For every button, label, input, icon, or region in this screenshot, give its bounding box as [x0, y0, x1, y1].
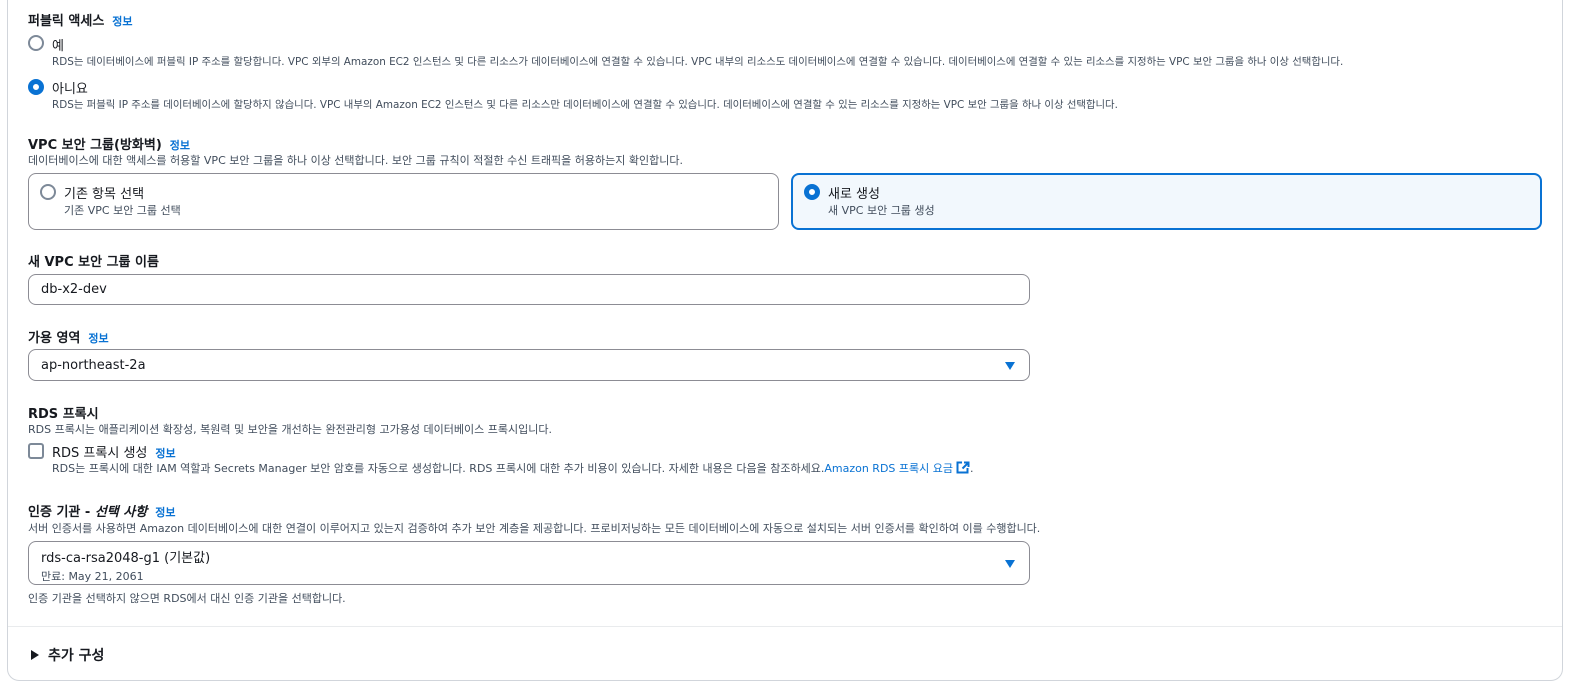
caret-right-icon — [31, 650, 39, 660]
ca-info-link[interactable]: 정보 — [155, 506, 175, 519]
public-access-title: 퍼블릭 액세스 정보 — [28, 10, 133, 29]
chevron-down-icon — [1005, 560, 1015, 568]
ca-title-prefix: 인증 기관 - — [28, 505, 95, 520]
az-title-text: 가용 영역 — [28, 331, 81, 346]
vpc-sg-existing-radio[interactable] — [40, 184, 56, 200]
public-access-no-radio[interactable] — [28, 79, 44, 95]
rds-proxy-checkbox-desc: RDS는 프록시에 대한 IAM 역할과 Secrets Manager 보안 … — [52, 462, 825, 475]
rds-proxy-info-link[interactable]: 정보 — [155, 447, 175, 460]
external-link-icon[interactable] — [956, 461, 970, 474]
vpc-sg-title-text: VPC 보안 그룹(방화벽) — [28, 138, 162, 153]
public-access-info-link[interactable]: 정보 — [112, 15, 132, 28]
vpc-sg-existing-tile[interactable]: 기존 항목 선택 기존 VPC 보안 그룹 선택 — [28, 173, 779, 230]
ca-hint: 인증 기관을 선택하지 않으면 RDS에서 대신 인증 기관을 선택합니다. — [28, 592, 346, 605]
section-divider — [8, 626, 1562, 627]
vpc-sg-existing-label: 기존 항목 선택 — [64, 187, 145, 202]
rds-proxy-checkbox[interactable] — [28, 443, 44, 459]
rds-proxy-title: RDS 프록시 — [28, 407, 99, 422]
additional-config-toggle[interactable]: 추가 구성 — [30, 645, 104, 665]
az-title: 가용 영역 정보 — [28, 327, 109, 346]
vpc-sg-new-desc: 새 VPC 보안 그룹 생성 — [828, 204, 935, 217]
vpc-sg-title: VPC 보안 그룹(방화벽) 정보 — [28, 134, 190, 153]
vpc-sg-new-radio[interactable] — [804, 184, 820, 200]
vpc-sg-new-tile[interactable]: 새로 생성 새 VPC 보안 그룹 생성 — [791, 173, 1542, 230]
rds-proxy-checkbox-label[interactable]: RDS 프록시 생성 — [52, 446, 147, 461]
public-access-yes-radio[interactable] — [28, 35, 44, 51]
vpc-sg-info-link[interactable]: 정보 — [170, 139, 190, 152]
rds-proxy-pricing-link[interactable]: Amazon RDS 프록시 요금 — [824, 462, 953, 475]
new-sg-name-title: 새 VPC 보안 그룹 이름 — [28, 255, 159, 270]
public-access-yes-label[interactable]: 예 — [52, 35, 64, 54]
vpc-sg-existing-desc: 기존 VPC 보안 그룹 선택 — [64, 204, 181, 217]
public-access-no-desc: RDS는 퍼블릭 IP 주소를 데이터베이스에 할당하지 않습니다. VPC 내… — [52, 99, 1118, 111]
az-select-value: ap-northeast-2a — [41, 357, 146, 373]
chevron-down-icon — [1005, 362, 1015, 370]
vpc-sg-desc: 데이터베이스에 대한 액세스를 허용할 VPC 보안 그룹을 하나 이상 선택합… — [28, 154, 683, 167]
az-info-link[interactable]: 정보 — [88, 332, 108, 345]
vpc-sg-new-label: 새로 생성 — [828, 187, 880, 202]
rds-proxy-checkbox-desc-wrap: RDS는 프록시에 대한 IAM 역할과 Secrets Manager 보안 … — [52, 460, 974, 476]
public-access-yes-desc: RDS는 데이터베이스에 퍼블릭 IP 주소를 할당합니다. VPC 외부의 A… — [52, 56, 1344, 68]
public-access-title-text: 퍼블릭 액세스 — [28, 14, 105, 29]
ca-select-expiry: 만료: May 21, 2061 — [41, 570, 144, 583]
ca-title: 인증 기관 - 선택 사항 정보 — [28, 501, 175, 520]
public-access-no-label[interactable]: 아니요 — [52, 78, 88, 97]
ca-select[interactable]: rds-ca-rsa2048-g1 (기본값) 만료: May 21, 2061 — [28, 541, 1030, 585]
az-select[interactable]: ap-northeast-2a — [28, 349, 1030, 381]
rds-proxy-period: . — [970, 462, 974, 475]
ca-title-optional: 선택 사항 — [94, 505, 148, 520]
ca-desc: 서버 인증서를 사용하면 Amazon 데이터베이스에 대한 연결이 이루어지고… — [28, 522, 1041, 535]
new-sg-name-value: db-x2-dev — [41, 282, 107, 297]
rds-proxy-desc: RDS 프록시는 애플리케이션 확장성, 복원력 및 보안을 개선하는 완전관리… — [28, 423, 552, 436]
additional-config-label: 추가 구성 — [48, 648, 105, 664]
ca-select-value: rds-ca-rsa2048-g1 (기본값) — [41, 551, 211, 566]
rds-proxy-checkbox-label-wrap: RDS 프록시 생성 정보 — [52, 442, 176, 461]
new-sg-name-input[interactable]: db-x2-dev — [28, 274, 1030, 305]
